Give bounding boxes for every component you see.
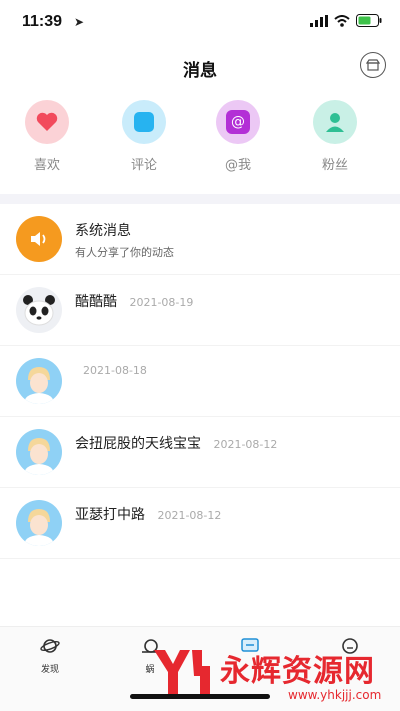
person-avatar-icon: [24, 438, 54, 475]
shop-button[interactable]: [360, 52, 386, 78]
message-date: 2021-08-12: [213, 438, 278, 451]
person-avatar-icon: [24, 509, 54, 546]
watermark-url: www.yhkjjj.com: [288, 688, 382, 702]
comment-icon: [134, 112, 154, 132]
list-item[interactable]: 亚瑟打中路 2021-08-12: [0, 488, 400, 559]
battery-icon: [356, 14, 382, 27]
avatar: [16, 216, 62, 262]
message-title: 酷酷酷: [75, 294, 117, 310]
quick-like[interactable]: 喜欢: [7, 100, 87, 173]
heart-icon: [36, 112, 58, 131]
quick-like-label: 喜欢: [33, 158, 60, 173]
tab-discover[interactable]: 发现: [20, 637, 80, 675]
message-title: 系统消息: [75, 223, 131, 239]
page-title: 消息: [183, 61, 217, 81]
quick-comment[interactable]: 评论: [104, 100, 184, 173]
message-date: 2021-08-18: [83, 364, 147, 377]
header: 消息: [0, 44, 400, 88]
avatar: [16, 287, 62, 333]
avatar: [16, 500, 62, 546]
tab-discover-label: 发现: [40, 665, 59, 675]
panda-avatar-icon: [23, 295, 55, 326]
fans-icon: [326, 113, 344, 132]
list-item[interactable]: 酷酷酷 2021-08-19: [0, 275, 400, 346]
list-item[interactable]: 会扭屁股的天线宝宝 2021-08-12: [0, 417, 400, 488]
status-time: 11:39: [22, 13, 63, 30]
message-title: 会扭屁股的天线宝宝: [75, 436, 201, 452]
section-divider: [0, 194, 400, 204]
message-title: 亚瑟打中路: [75, 507, 145, 523]
quick-actions: 喜欢 评论 @ @我 粉丝: [0, 100, 400, 180]
quick-fans[interactable]: 粉丝: [295, 100, 375, 173]
planet-icon: [40, 639, 60, 653]
watermark-logo-icon: [154, 650, 210, 694]
status-bar: 11:39 ➤: [0, 0, 400, 44]
list-item[interactable]: 2021-08-18: [0, 346, 400, 417]
home-indicator[interactable]: [130, 694, 270, 699]
location-arrow-icon: ➤: [74, 15, 85, 29]
signal-icon: [310, 14, 328, 27]
avatar: [16, 358, 62, 404]
shop-icon: [366, 59, 380, 71]
quick-fans-label: 粉丝: [321, 158, 348, 173]
message-date: 2021-08-12: [157, 509, 222, 522]
avatar: [16, 429, 62, 475]
at-icon: @: [226, 110, 250, 134]
quick-comment-label: 评论: [130, 158, 157, 173]
list-item[interactable]: 系统消息 有人分享了你的动态: [0, 204, 400, 275]
speaker-icon: [31, 232, 46, 246]
quick-mention[interactable]: @ @我: [198, 100, 278, 173]
person-avatar-icon: [24, 367, 54, 404]
watermark-text: 永辉资源网: [220, 654, 375, 689]
message-subtitle: 有人分享了你的动态: [75, 246, 174, 259]
message-date: 2021-08-19: [129, 296, 194, 309]
message-list: 系统消息 有人分享了你的动态 酷酷酷 2021-08-19 2021-08-18…: [0, 204, 400, 559]
wifi-icon: [334, 14, 350, 27]
quick-mention-label: @我: [224, 158, 251, 173]
